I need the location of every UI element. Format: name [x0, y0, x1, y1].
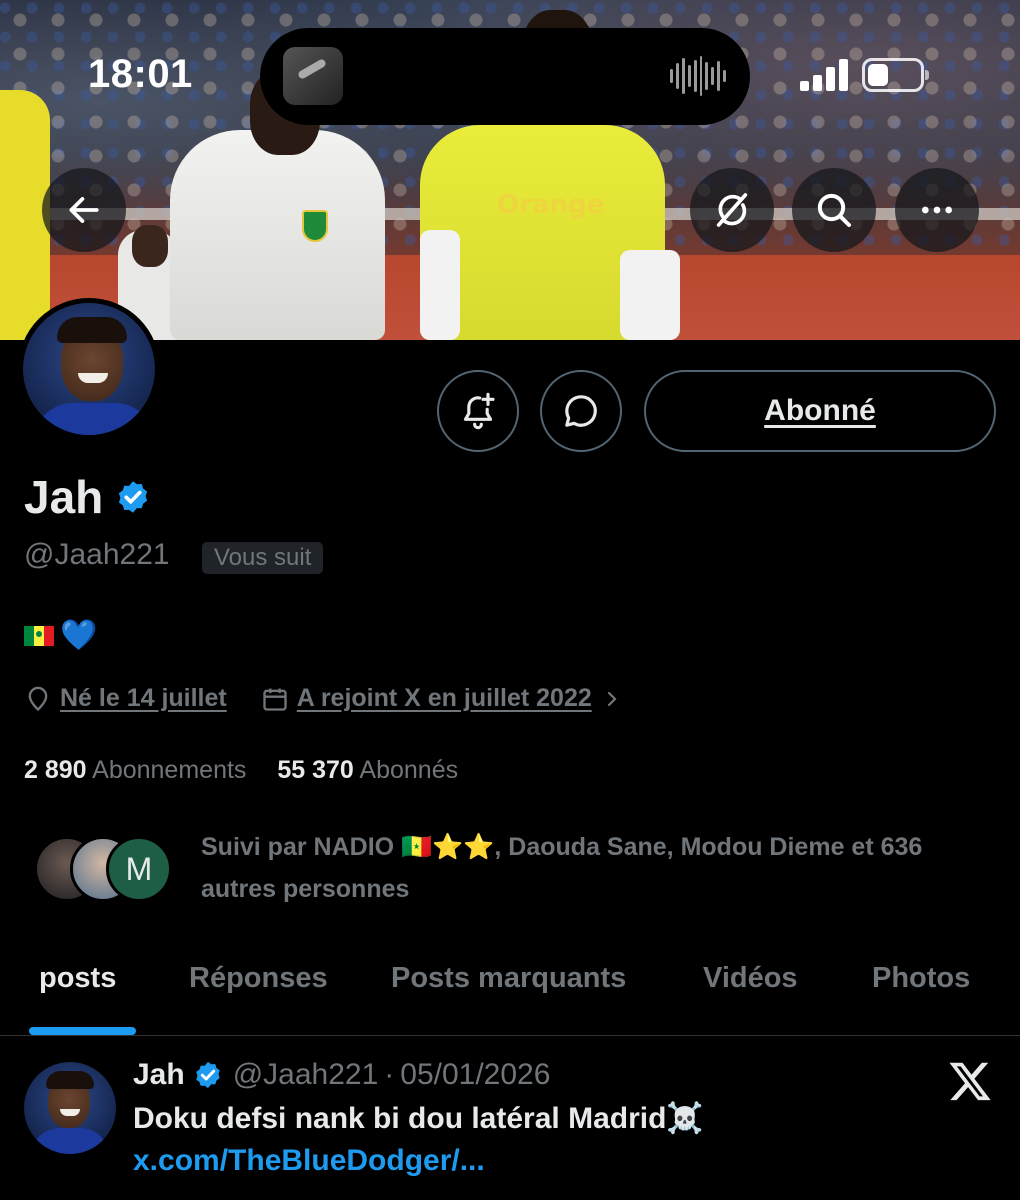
battery-icon	[862, 58, 929, 92]
bio-heart-emoji: 💙	[60, 618, 98, 653]
profile-meta: Né le 14 juillet A rejoint X en juillet …	[24, 684, 624, 713]
post-author-avatar[interactable]	[24, 1062, 116, 1154]
banner-player-sleeve-right	[620, 250, 680, 340]
profile-name: Jah	[24, 471, 104, 523]
notifications-button[interactable]	[437, 370, 519, 452]
senegal-flag-icon	[24, 625, 54, 646]
search-button[interactable]	[792, 168, 876, 252]
followers-count-link[interactable]: 55 370 Abonnés	[277, 756, 458, 784]
post-header: Jah @Jaah221 · 05/01/2026	[133, 1058, 550, 1092]
grok-icon	[716, 193, 748, 227]
banner-jersey-sponsor: Orange	[497, 190, 605, 220]
post-date[interactable]: 05/01/2026	[400, 1058, 550, 1092]
joined-date-link[interactable]: A rejoint X en juillet 2022	[297, 684, 592, 713]
avatar: M	[106, 836, 172, 902]
profile-handle: @Jaah221	[24, 538, 170, 571]
tab-highlights[interactable]: Posts marquants	[391, 962, 626, 995]
following-count: 2 890	[24, 756, 87, 784]
message-bubble-icon	[565, 395, 597, 427]
post-link[interactable]: x.com/TheBlueDodger/...	[133, 1144, 485, 1177]
banner-coach	[170, 130, 385, 340]
profile-avatar[interactable]	[18, 298, 160, 440]
now-playing-thumbnail	[283, 47, 343, 105]
active-tab-indicator	[29, 1027, 136, 1035]
message-button[interactable]	[540, 370, 622, 452]
tab-posts[interactable]: posts	[39, 962, 116, 995]
following-count-link[interactable]: 2 890 Abonnements	[24, 756, 246, 784]
bell-plus-icon	[463, 392, 495, 430]
tab-photos[interactable]: Photos	[872, 962, 970, 995]
birthday-link[interactable]: Né le 14 juillet	[60, 684, 227, 713]
post-body[interactable]: Doku defsi nank bi dou latéral Madrid☠️ …	[133, 1098, 993, 1182]
back-button[interactable]	[42, 168, 126, 252]
skull-emoji: ☠️	[666, 1101, 704, 1136]
verified-badge-icon	[118, 481, 148, 513]
follow-counts: 2 890 Abonnements 55 370 Abonnés	[24, 756, 458, 785]
post-author-handle[interactable]: @Jaah221	[233, 1058, 379, 1092]
followed-by-avatars[interactable]: M	[34, 836, 184, 902]
following-button[interactable]: Abonné	[644, 370, 996, 452]
verified-badge-icon	[195, 1061, 220, 1089]
arrow-left-icon	[69, 197, 99, 223]
tab-replies[interactable]: Réponses	[189, 962, 328, 995]
more-options-button[interactable]	[895, 168, 979, 252]
followed-by-text[interactable]: Suivi par NADIO 🇸🇳⭐⭐, Daouda Sane, Modou…	[201, 826, 981, 910]
profile-tabs: posts Réponses Posts marquants Vidéos Ph…	[0, 948, 1020, 1036]
post-text: Doku defsi nank bi dou latéral Madrid	[133, 1102, 667, 1135]
signal-icon	[800, 57, 850, 91]
banner-background-man-head	[132, 225, 168, 267]
calendar-icon	[263, 688, 287, 711]
profile-bio: 💙	[24, 618, 97, 653]
post-author-name[interactable]: Jah	[133, 1058, 185, 1092]
chevron-right-icon[interactable]	[600, 687, 624, 711]
audio-waveform-icon	[670, 55, 727, 97]
followers-label: Abonnés	[359, 756, 459, 784]
avatar-shirt	[33, 403, 155, 435]
followers-count: 55 370	[277, 756, 354, 784]
search-icon	[817, 193, 851, 227]
avatar-hair	[57, 317, 127, 343]
post-separator: ·	[384, 1058, 395, 1091]
status-time: 18:01	[88, 52, 193, 96]
avatar-shirt	[30, 1128, 110, 1154]
location-pin-icon	[28, 686, 48, 711]
tab-videos[interactable]: Vidéos	[703, 962, 798, 995]
banner-crest	[302, 210, 328, 242]
follows-you-badge: Vous suit	[202, 542, 324, 574]
avatar-hair	[46, 1071, 94, 1089]
grok-button[interactable]	[690, 168, 774, 252]
banner-player-sleeve	[420, 230, 460, 340]
following-label: Abonnements	[92, 756, 247, 784]
more-horizontal-icon	[922, 206, 952, 214]
